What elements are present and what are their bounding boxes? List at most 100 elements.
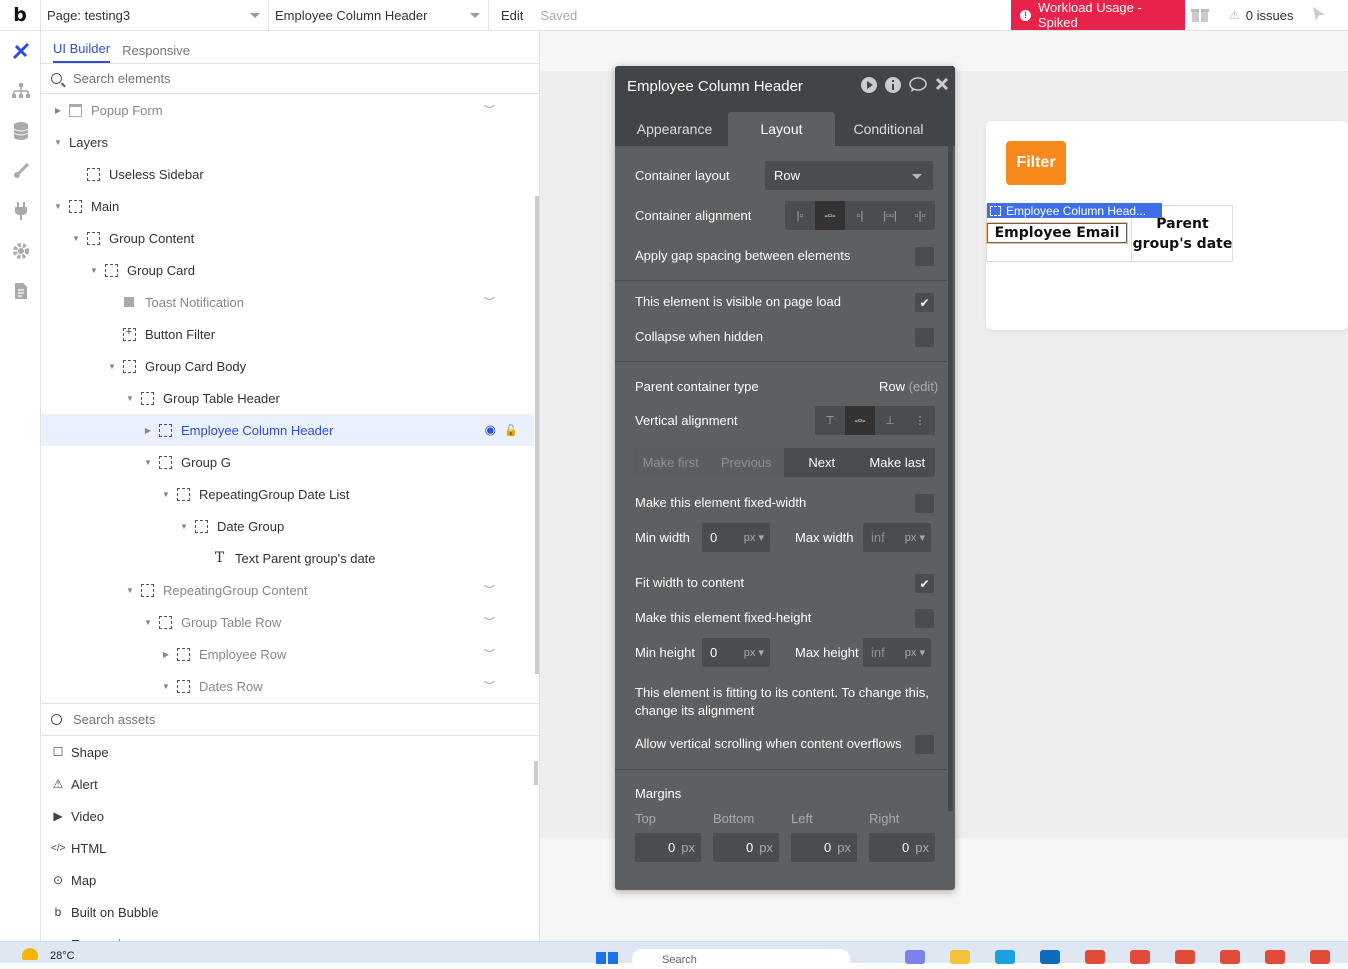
fit-width-checkbox[interactable]: ✔	[915, 574, 934, 593]
tree-row[interactable]: ▼ Group G	[41, 446, 534, 478]
margin-bottom-input[interactable]: 0 px	[713, 833, 779, 862]
align-left-icon[interactable]: |▫	[785, 201, 815, 230]
chrome-profile-icon[interactable]	[1130, 950, 1150, 964]
page-select[interactable]: Page: testing3	[40, 0, 268, 31]
tree-row[interactable]: ▼ Layers	[41, 126, 534, 158]
min-height-unit-select[interactable]: px ▾	[744, 646, 764, 659]
eye-closed-icon[interactable]: ︶	[484, 102, 495, 118]
chrome-profile-icon[interactable]	[1085, 950, 1105, 964]
element-select[interactable]: Employee Column Header	[268, 0, 488, 31]
assets-scrollbar[interactable]	[534, 761, 538, 785]
min-width-unit-select[interactable]: px ▾	[744, 531, 764, 544]
eye-closed-icon[interactable]: ︶	[484, 582, 495, 598]
container-layout-select[interactable]: Row	[765, 161, 933, 190]
align-right-icon[interactable]: ▫|	[845, 201, 875, 230]
plugin-icon[interactable]	[0, 191, 41, 231]
max-width-unit-select[interactable]: px ▾	[905, 531, 925, 544]
tree-row[interactable]: T Text Parent group's date	[41, 542, 534, 574]
brush-icon[interactable]	[0, 151, 41, 191]
workload-warning-button[interactable]: ! Workload Usage - Spiked	[1011, 0, 1185, 30]
collapse-arrow-icon[interactable]: ▶	[53, 106, 63, 115]
collapse-arrow-icon[interactable]: ▶	[161, 650, 171, 659]
gift-icon[interactable]	[1190, 5, 1212, 25]
filter-button[interactable]: Filter	[1006, 141, 1066, 185]
edge-browser-icon[interactable]	[995, 950, 1015, 964]
tree-row[interactable]: ▼ Group Table Row ︶	[41, 606, 534, 638]
tab-ui-builder[interactable]: UI Builder	[53, 41, 111, 63]
align-center-icon[interactable]: -▫-	[815, 201, 845, 230]
expand-arrow-icon[interactable]: ▼	[125, 394, 135, 403]
expand-arrow-icon[interactable]: ▼	[143, 618, 153, 627]
tree-row[interactable]: ▶ Employee Row ︶	[41, 638, 534, 670]
asset-item[interactable]: ▶ Video	[41, 800, 539, 832]
tree-row[interactable]: ▼ Date Group	[41, 510, 534, 542]
fixed-height-checkbox[interactable]	[915, 609, 934, 628]
property-editor-scrollbar[interactable]	[948, 146, 953, 811]
tree-row[interactable]: ▶ Employee Column Header ◉ 🔓	[41, 414, 534, 446]
margin-top-input[interactable]: 0 px	[635, 833, 701, 862]
tab-conditional[interactable]: Conditional	[835, 112, 942, 146]
tree-row[interactable]: ▼ RepeatingGroup Date List	[41, 478, 534, 510]
margin-left-input[interactable]: 0 px	[791, 833, 857, 862]
teams-app-icon[interactable]	[905, 950, 925, 964]
collapse-arrow-icon[interactable]: ▶	[143, 426, 153, 435]
tree-row[interactable]: ▼ Group Card	[41, 254, 534, 286]
workflow-icon[interactable]	[0, 71, 41, 111]
tree-scrollbar[interactable]	[535, 196, 539, 674]
info-icon[interactable]	[885, 77, 901, 97]
eye-closed-icon[interactable]: ︶	[484, 646, 495, 662]
chrome-profile-icon[interactable]	[1175, 950, 1195, 964]
margin-right-input[interactable]: 0 px	[869, 833, 935, 862]
tree-row[interactable]: ▼ Main	[41, 190, 534, 222]
expand-arrow-icon[interactable]: ▼	[143, 458, 153, 467]
expand-arrow-icon[interactable]: ▼	[53, 202, 63, 211]
min-width-input[interactable]: 0 px ▾	[702, 523, 770, 552]
cursor-icon[interactable]	[1312, 6, 1326, 27]
valign-bottom-icon[interactable]: ⊥	[875, 406, 905, 435]
expand-arrow-icon[interactable]: ▼	[161, 490, 171, 499]
logs-document-icon[interactable]	[0, 271, 41, 311]
eye-closed-icon[interactable]: ︶	[484, 678, 495, 694]
tree-row[interactable]: Toast Notification ︶	[41, 286, 534, 318]
weather-sun-icon[interactable]	[22, 948, 38, 960]
eye-icon[interactable]: ◉	[485, 422, 496, 438]
tree-row[interactable]: ▼ Group Table Header	[41, 382, 534, 414]
element-search-input[interactable]	[73, 71, 373, 86]
expand-arrow-icon[interactable]: ▼	[53, 138, 63, 147]
issues-button[interactable]: ⚠ 0 issues	[1229, 0, 1293, 30]
collapse-hidden-checkbox[interactable]	[915, 328, 934, 347]
fixed-width-checkbox[interactable]	[915, 494, 934, 513]
parent-container-type-edit-link[interactable]: (edit)	[909, 379, 939, 394]
asset-item[interactable]: ☐ Shape	[41, 736, 539, 768]
file-explorer-icon[interactable]	[950, 950, 970, 964]
property-editor-header[interactable]: Employee Column Header	[615, 66, 955, 106]
tree-row[interactable]: ▼ Dates Row ︶	[41, 670, 534, 702]
windows-start-icon[interactable]	[596, 952, 618, 964]
tab-appearance[interactable]: Appearance	[621, 112, 728, 146]
vertical-scroll-checkbox[interactable]	[915, 735, 934, 754]
chrome-profile-icon[interactable]	[1265, 950, 1285, 964]
valign-stretch-icon[interactable]: ⋮	[905, 406, 935, 435]
valign-top-icon[interactable]: ⊤	[815, 406, 845, 435]
max-height-input[interactable]: inf px ▾	[863, 638, 931, 667]
asset-item[interactable]: +Expression	[41, 928, 539, 942]
eye-closed-icon[interactable]: ︶	[484, 614, 495, 630]
taskbar-search[interactable]: Search	[632, 949, 850, 969]
gap-spacing-checkbox[interactable]	[915, 247, 934, 266]
expand-arrow-icon[interactable]: ▼	[107, 362, 117, 371]
tree-row[interactable]: ▼ Group Card Body	[41, 350, 534, 382]
design-icon[interactable]	[0, 31, 41, 71]
align-space-around-icon[interactable]: ▫|▫	[905, 201, 935, 230]
expand-arrow-icon[interactable]: ▼	[71, 234, 81, 243]
previous-button[interactable]: Previous	[708, 448, 784, 477]
make-first-button[interactable]: Make first	[633, 448, 709, 477]
make-last-button[interactable]: Make last	[859, 448, 935, 477]
bubble-logo[interactable]: b	[0, 0, 40, 31]
employee-column-header[interactable]: Employee Email	[986, 222, 1128, 244]
tree-row[interactable]: Useless Sidebar	[41, 158, 534, 190]
min-height-input[interactable]: 0 px ▾	[702, 638, 770, 667]
asset-item[interactable]: ⊙ Map	[41, 864, 539, 896]
tree-row[interactable]: ▶ Popup Form ︶	[41, 94, 534, 126]
visible-on-load-checkbox[interactable]: ✔	[915, 293, 934, 312]
lock-icon[interactable]: 🔓	[504, 424, 518, 437]
